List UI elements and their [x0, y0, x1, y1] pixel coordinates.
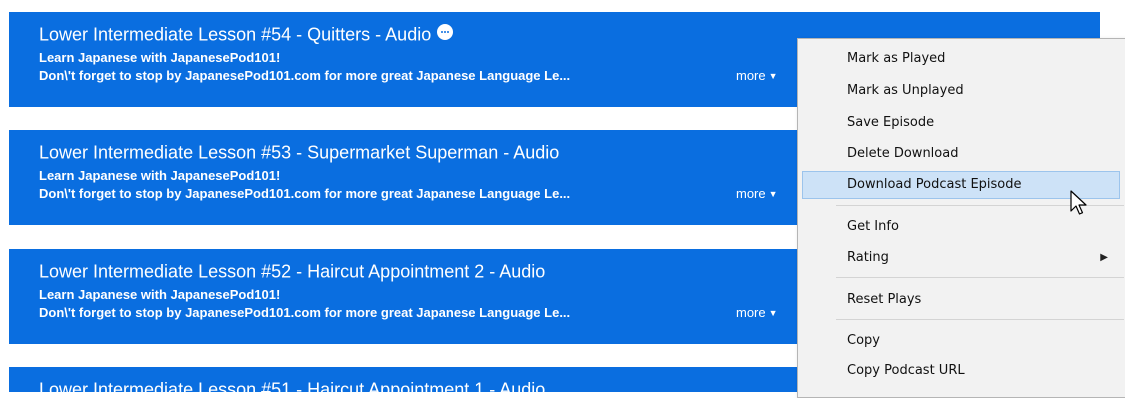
episode-title-row: Lower Intermediate Lesson #54 - Quitters…: [39, 22, 454, 45]
caret-down-icon: ▼: [768, 189, 778, 199]
more-label: more: [736, 186, 766, 201]
menu-separator: [836, 277, 1124, 278]
caret-down-icon: ▼: [768, 71, 778, 81]
more-label: more: [736, 305, 766, 320]
menu-item-label: Get Info: [847, 219, 899, 234]
menu-item-mark-as-played[interactable]: Mark as Played: [802, 45, 1120, 73]
more-link[interactable]: more ▼: [736, 186, 778, 202]
menu-item-label: Mark as Played: [847, 51, 946, 66]
menu-item-label: Copy Podcast URL: [847, 363, 965, 378]
menu-item-reset-plays[interactable]: Reset Plays: [802, 286, 1120, 314]
context-menu: Mark as Played Mark as Unplayed Save Epi…: [797, 38, 1125, 398]
menu-item-label: Rating: [847, 250, 889, 265]
episode-title: Lower Intermediate Lesson #52 - Haircut …: [39, 261, 546, 282]
menu-item-label: Mark as Unplayed: [847, 83, 964, 98]
episode-title-row: Lower Intermediate Lesson #52 - Haircut …: [39, 259, 545, 282]
menu-separator: [836, 319, 1124, 320]
more-link[interactable]: more ▼: [736, 68, 778, 84]
episode-title: Lower Intermediate Lesson #53 - Supermar…: [39, 142, 560, 163]
menu-item-delete-download[interactable]: Delete Download: [802, 140, 1120, 168]
ellipsis-circle-icon[interactable]: [437, 24, 454, 41]
episode-description-line2: Don\'t forget to stop by JapanesePod101.…: [39, 305, 571, 320]
menu-item-rating[interactable]: Rating ▶: [802, 244, 1120, 272]
menu-item-label: Save Episode: [847, 115, 935, 130]
episode-title: Lower Intermediate Lesson #54 - Quitters…: [39, 24, 432, 45]
episode-description-line2: Don\'t forget to stop by JapanesePod101.…: [39, 68, 571, 83]
episode-title-row: Lower Intermediate Lesson #53 - Supermar…: [39, 140, 559, 163]
caret-down-icon: ▼: [768, 308, 778, 318]
chevron-right-icon: ▶: [1100, 252, 1108, 263]
menu-item-mark-as-unplayed[interactable]: Mark as Unplayed: [802, 77, 1120, 105]
menu-item-label: Reset Plays: [847, 292, 922, 307]
more-label: more: [736, 68, 766, 83]
mouse-pointer-icon: [1070, 190, 1087, 215]
episode-description-line1: Learn Japanese with JapanesePod101!: [39, 287, 281, 302]
menu-item-save-episode[interactable]: Save Episode: [802, 109, 1120, 137]
episode-description-line1: Learn Japanese with JapanesePod101!: [39, 50, 281, 65]
menu-item-label: Download Podcast Episode: [847, 177, 1022, 192]
more-link[interactable]: more ▼: [736, 305, 778, 321]
episode-description-line1: Learn Japanese with JapanesePod101!: [39, 168, 281, 183]
episode-title: Lower Intermediate Lesson #51 - Haircut …: [39, 379, 546, 392]
menu-item-label: Delete Download: [847, 146, 959, 161]
menu-item-copy[interactable]: Copy: [802, 327, 1120, 355]
menu-item-copy-podcast-url[interactable]: Copy Podcast URL: [802, 357, 1120, 385]
episode-title-row: Lower Intermediate Lesson #51 - Haircut …: [39, 377, 545, 392]
episode-description-line2: Don\'t forget to stop by JapanesePod101.…: [39, 186, 571, 201]
menu-item-label: Copy: [847, 333, 880, 348]
